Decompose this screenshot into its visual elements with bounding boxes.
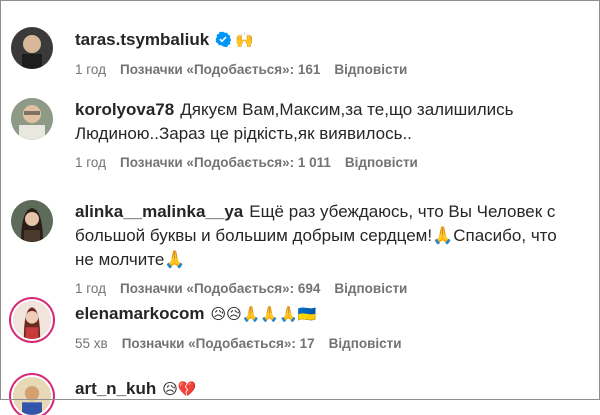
comment-username[interactable]: art_n_kuh [75, 379, 156, 398]
comment-meta: 1 год Позначки «Подобається»: 1 011 Відп… [75, 155, 580, 170]
comment-meta: 1 год Позначки «Подобається»: 694 Відпов… [75, 281, 580, 296]
comment-likes-link[interactable]: Позначки «Подобається»: 17 [122, 336, 315, 351]
comment-time: 1 год [75, 155, 106, 170]
comment-username[interactable]: korolyova78 [75, 100, 174, 119]
avatar[interactable] [13, 301, 51, 339]
comment-time: 55 хв [75, 336, 108, 351]
comment-meta: 55 хв Позначки «Подобається»: 17 Відпові… [75, 336, 580, 351]
comment-time: 1 год [75, 62, 106, 77]
comment-username[interactable]: elenamarkocom [75, 304, 204, 323]
comment-likes-link[interactable]: Позначки «Подобається»: 1 011 [120, 155, 331, 170]
avatar[interactable] [11, 27, 53, 69]
comment-meta: 1 год Позначки «Подобається»: 161 Відпов… [75, 62, 580, 77]
comment-text: 😥😥🙏🙏🙏🇺🇦 [210, 306, 317, 323]
comment-text-line: elenamarkocom 😥😥🙏🙏🙏🇺🇦 [75, 302, 580, 327]
reply-button[interactable]: Відповісти [329, 336, 402, 351]
comment-likes-link[interactable]: Позначки «Подобається»: 694 [120, 281, 320, 296]
verified-badge-icon [215, 31, 232, 47]
comment-time: 1 год [75, 281, 106, 296]
comment-text-line: taras.tsymbaliuk 🙌 [75, 28, 580, 53]
avatar[interactable] [13, 377, 51, 415]
avatar[interactable] [11, 200, 53, 242]
reply-button[interactable]: Відповісти [334, 62, 407, 77]
comment-text-line: art_n_kuh 😥💔 [75, 377, 580, 402]
comment-username[interactable]: alinka__malinka__ya [75, 202, 243, 221]
avatar[interactable] [11, 98, 53, 140]
comment-text: 😥💔 [162, 381, 197, 398]
reply-button[interactable]: Відповісти [334, 281, 407, 296]
comment-likes-link[interactable]: Позначки «Подобається»: 161 [120, 62, 320, 77]
reply-button[interactable]: Відповісти [345, 155, 418, 170]
comment-text-line: alinka__malinka__ya Ещё раз убеждаюсь, чт… [75, 200, 580, 272]
comment-text-line: korolyova78 Дякуєм Вам,Максим,за те,що за… [75, 98, 580, 146]
comment-text: 🙌 [235, 32, 254, 49]
comment-username[interactable]: taras.tsymbaliuk [75, 30, 209, 49]
